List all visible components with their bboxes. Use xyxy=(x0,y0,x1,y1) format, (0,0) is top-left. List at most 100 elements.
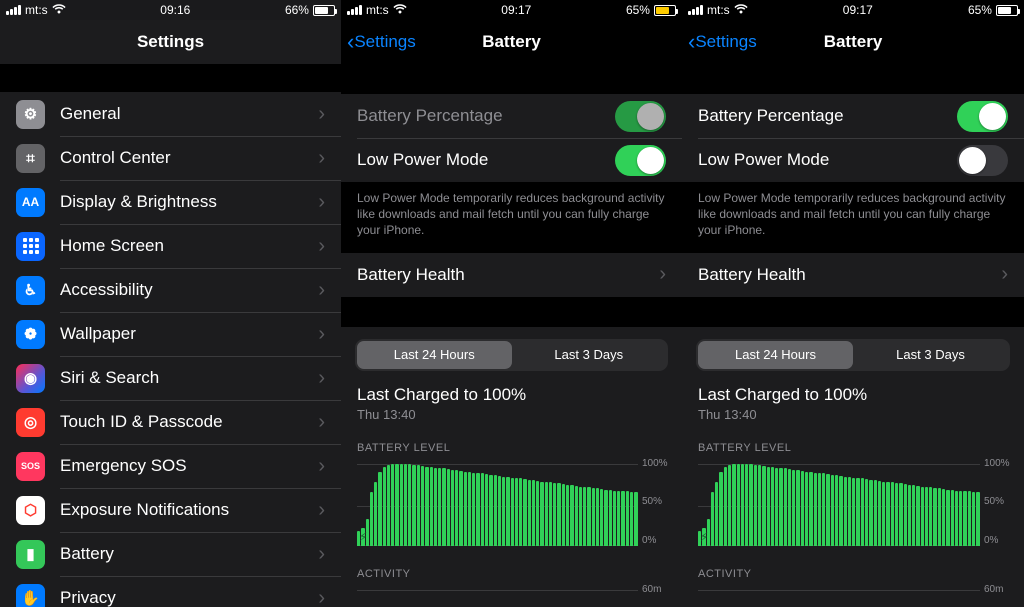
settings-row-aa[interactable]: AADisplay & Brightness› xyxy=(0,180,341,224)
gear-icon: ⚙︎ xyxy=(16,100,45,129)
seg-0[interactable]: Last 24 Hours xyxy=(698,341,853,369)
siri-icon: ◉ xyxy=(16,364,45,393)
battery-health-row[interactable]: Battery Health› xyxy=(341,253,682,297)
settings-row-label: Accessibility xyxy=(60,280,318,300)
chevron-right-icon: › xyxy=(659,263,666,286)
battery-toggles-group: Battery PercentageLow Power Mode xyxy=(682,94,1024,182)
section-activity: ACTIVITY xyxy=(682,554,1024,584)
settings-row-siri[interactable]: ◉ Siri & Search› xyxy=(0,356,341,400)
settings-row-label: Emergency SOS xyxy=(60,456,318,476)
settings-row-person[interactable]: ♿︎Accessibility› xyxy=(0,268,341,312)
last-charged-sub: Thu 13:40 xyxy=(357,407,666,422)
battery-level-chart: ⚡︎100%50%0% xyxy=(682,458,1024,554)
battery-level-chart: ⚡︎100%50%0% xyxy=(341,458,682,554)
seg-1[interactable]: Last 3 Days xyxy=(853,341,1008,369)
grid-icon xyxy=(16,232,45,261)
settings-row-gear[interactable]: ⚙︎ General› xyxy=(0,92,341,136)
low-power-footer: Low Power Mode temporarily reduces backg… xyxy=(682,182,1024,253)
carrier-label: mt:s xyxy=(25,3,48,17)
section-activity: ACTIVITY xyxy=(341,554,682,584)
battery-percent: 66% xyxy=(285,3,309,17)
chevron-right-icon: › xyxy=(318,587,325,607)
battery-icon xyxy=(313,5,335,16)
chevron-right-icon: › xyxy=(318,543,325,566)
settings-row-finger[interactable]: ◎ Touch ID & Passcode› xyxy=(0,400,341,444)
battery-percentage-toggle[interactable] xyxy=(957,101,1008,132)
battery-percent: 65% xyxy=(968,3,992,17)
wifi-icon xyxy=(734,3,748,17)
wifi-icon xyxy=(52,3,66,17)
settings-row-label: Siri & Search xyxy=(60,368,318,388)
settings-row-hand[interactable]: ✋Privacy› xyxy=(0,576,341,607)
battery-toggles-group: Battery PercentageLow Power Mode xyxy=(341,94,682,182)
back-button[interactable]: ‹Settings xyxy=(688,20,757,64)
page-title: Battery xyxy=(482,32,541,52)
back-label: Settings xyxy=(695,32,756,52)
section-battery-level: BATTERY LEVEL xyxy=(341,428,682,458)
axis-100: 100% xyxy=(642,458,676,469)
status-bar: mt:s 09:16 66% xyxy=(0,0,341,20)
battery-health-label: Battery Health xyxy=(698,265,1001,285)
battery-screen-lowpower-off: mt:s 09:17 65% ‹SettingsBattery Battery Perc… xyxy=(682,0,1024,607)
battery-screen-lowpower-on: mt:s09:1765%‹Settings Battery Battery Perc… xyxy=(341,0,682,607)
chevron-right-icon: › xyxy=(318,411,325,434)
cellular-signal-icon xyxy=(6,5,21,15)
battery-percentage-toggle[interactable] xyxy=(615,101,666,132)
axis-60m: 60m xyxy=(642,584,676,595)
chevron-left-icon: ‹ xyxy=(688,31,695,53)
battery-icon: ▮ xyxy=(16,540,45,569)
settings-row-flower[interactable]: ❁Wallpaper› xyxy=(0,312,341,356)
chevron-right-icon: › xyxy=(318,499,325,522)
nav-header: Settings xyxy=(0,20,341,64)
chevron-left-icon: ‹ xyxy=(347,31,354,53)
settings-row-label: Privacy xyxy=(60,588,318,607)
cellular-signal-icon xyxy=(688,5,703,15)
chevron-right-icon: › xyxy=(318,103,325,126)
carrier-label: mt:s xyxy=(707,3,730,17)
battery-health-label: Battery Health xyxy=(357,265,659,285)
settings-list: ⚙︎General›⌗Control Center›AADisplay & Br… xyxy=(0,92,341,607)
clock: 09:17 xyxy=(843,3,873,17)
back-button[interactable]: ‹Settings xyxy=(347,20,416,64)
low-power-mode-toggle[interactable] xyxy=(957,145,1008,176)
last-charged-sub: Thu 13:40 xyxy=(698,407,1008,422)
last-charged-title: Last Charged to 100% xyxy=(357,385,666,405)
expo-icon: ⬡ xyxy=(16,496,45,525)
section-battery-level: BATTERY LEVEL xyxy=(682,428,1024,458)
settings-row-label: Home Screen xyxy=(60,236,318,256)
last-charged-title: Last Charged to 100% xyxy=(698,385,1008,405)
settings-row-label: General xyxy=(60,104,318,124)
settings-row-label: Display & Brightness xyxy=(60,192,318,212)
chevron-right-icon: › xyxy=(318,147,325,170)
nav-header: ‹SettingsBattery xyxy=(682,20,1024,64)
settings-row-switches[interactable]: ⌗Control Center› xyxy=(0,136,341,180)
seg-0[interactable]: Last 24 Hours xyxy=(357,341,512,369)
sos-icon: SOS xyxy=(16,452,45,481)
carrier-label: mt:s xyxy=(366,3,389,17)
settings-row-battery[interactable]: ▮ Battery› xyxy=(0,532,341,576)
settings-row-expo[interactable]: ⬡Exposure Notifications› xyxy=(0,488,341,532)
axis-60m: 60m xyxy=(984,584,1018,595)
settings-row-label: Wallpaper xyxy=(60,324,318,344)
axis-100: 100% xyxy=(984,458,1018,469)
battery-percentage-label: Battery Percentage xyxy=(357,106,615,126)
chevron-right-icon: › xyxy=(318,367,325,390)
battery-health-row[interactable]: Battery Health› xyxy=(682,253,1024,297)
activity-chart: 60m30m xyxy=(682,584,1024,607)
time-range-segmented[interactable]: Last 24 HoursLast 3 Days xyxy=(355,339,668,371)
settings-row-label: Battery xyxy=(60,544,318,564)
settings-row-label: Touch ID & Passcode xyxy=(60,412,318,432)
cellular-signal-icon xyxy=(347,5,362,15)
finger-icon: ◎ xyxy=(16,408,45,437)
charging-icon: ⚡︎ xyxy=(359,530,367,544)
status-bar: mt:s09:1765% xyxy=(341,0,682,20)
seg-1[interactable]: Last 3 Days xyxy=(512,341,667,369)
settings-row-sos[interactable]: SOSEmergency SOS› xyxy=(0,444,341,488)
nav-header: ‹Settings Battery xyxy=(341,20,682,64)
axis-0: 0% xyxy=(984,535,1018,546)
low-power-mode-toggle[interactable] xyxy=(615,145,666,176)
settings-row-grid[interactable]: Home Screen› xyxy=(0,224,341,268)
time-range-segmented[interactable]: Last 24 HoursLast 3 Days xyxy=(696,339,1010,371)
aa-icon: AA xyxy=(16,188,45,217)
wifi-icon xyxy=(393,3,407,17)
